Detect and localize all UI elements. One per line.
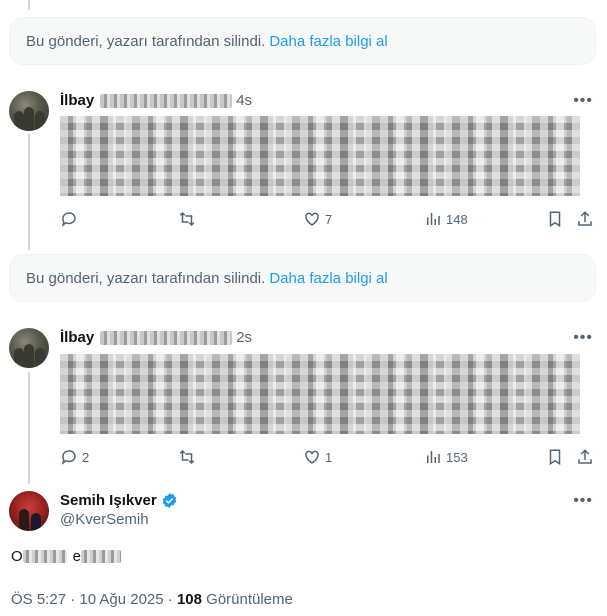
avatar[interactable] bbox=[9, 328, 49, 368]
views-chart-icon bbox=[427, 213, 440, 225]
bookmark-button[interactable] bbox=[546, 210, 564, 228]
retweet-icon bbox=[179, 449, 195, 465]
reply-count: 2 bbox=[82, 449, 90, 465]
avatar[interactable] bbox=[9, 91, 49, 131]
learn-more-link[interactable]: Daha fazla bilgi al bbox=[269, 270, 387, 287]
like-button[interactable]: 7 bbox=[303, 210, 332, 228]
bookmark-icon bbox=[549, 449, 561, 466]
retweet-button[interactable] bbox=[178, 448, 196, 466]
author-handle[interactable]: @KverSemih bbox=[60, 511, 178, 528]
pixelated-tweet-text bbox=[60, 116, 580, 196]
bookmark-icon bbox=[549, 211, 561, 228]
heart-icon bbox=[305, 450, 319, 464]
like-count: 7 bbox=[325, 211, 333, 227]
more-options-icon[interactable]: ••• bbox=[573, 329, 593, 347]
more-options-icon[interactable]: ••• bbox=[573, 492, 593, 510]
blurred-handle bbox=[100, 93, 233, 108]
share-button[interactable] bbox=[576, 210, 594, 228]
tweet-time[interactable]: 4s bbox=[236, 92, 252, 109]
views-button[interactable]: 153 bbox=[424, 448, 468, 466]
deleted-notice-text: Bu gönderi, yazarı tarafından silindi. bbox=[26, 269, 266, 287]
author-name[interactable]: Semih Işıkver bbox=[60, 492, 157, 509]
reply-button[interactable]: 2 bbox=[60, 448, 89, 466]
tweet-text-start: O bbox=[11, 548, 23, 565]
learn-more-link[interactable]: Daha fazla bilgi al bbox=[269, 33, 387, 50]
views-button[interactable]: 148 bbox=[424, 210, 468, 228]
blurred-word bbox=[22, 550, 67, 563]
tweet-actions: 2 1 153 bbox=[60, 448, 600, 468]
views-count: 153 bbox=[446, 449, 468, 465]
share-button[interactable] bbox=[576, 448, 594, 466]
more-options-icon[interactable]: ••• bbox=[573, 92, 593, 110]
tweet-header: İlbay 2s bbox=[60, 329, 252, 346]
tweet-meta: ÖS 5:27 · 10 Ağu 2025 · 108 Görüntüleme bbox=[11, 591, 293, 608]
thread-line bbox=[28, 0, 30, 10]
view-count: 108 bbox=[176, 591, 202, 608]
blurred-handle bbox=[100, 330, 233, 345]
like-count: 1 bbox=[325, 449, 333, 465]
reply-icon bbox=[61, 450, 76, 465]
tweet-text: O e bbox=[11, 548, 122, 565]
retweet-icon bbox=[179, 211, 195, 227]
verified-badge-icon bbox=[162, 493, 176, 508]
reply-icon bbox=[61, 212, 76, 227]
thread-line bbox=[28, 372, 30, 484]
share-icon bbox=[578, 449, 592, 464]
tweet-timestamp[interactable]: ÖS 5:27 · 10 Ağu 2025 · bbox=[11, 591, 177, 608]
tweet-actions: 7 148 bbox=[60, 210, 600, 230]
retweet-button[interactable] bbox=[178, 210, 196, 228]
deleted-post-notice: Bu gönderi, yazarı tarafından silindi. D… bbox=[9, 17, 596, 65]
share-icon bbox=[578, 211, 592, 226]
heart-icon bbox=[305, 212, 319, 226]
tweet-text-mid: e bbox=[72, 548, 82, 565]
blurred-word bbox=[81, 550, 122, 563]
author-name[interactable]: İlbay bbox=[60, 92, 94, 109]
avatar[interactable] bbox=[9, 491, 49, 531]
tweet-header: İlbay 4s bbox=[60, 92, 252, 109]
like-button[interactable]: 1 bbox=[303, 448, 332, 466]
thread-line bbox=[28, 134, 30, 250]
views-chart-icon bbox=[427, 451, 440, 463]
views-label: Görüntüleme bbox=[201, 591, 293, 608]
bookmark-button[interactable] bbox=[546, 448, 564, 466]
tweet-time[interactable]: 2s bbox=[236, 329, 252, 346]
main-tweet-author: Semih Işıkver @KverSemih bbox=[60, 492, 178, 528]
reply-button[interactable] bbox=[60, 210, 82, 228]
pixelated-tweet-text bbox=[60, 354, 580, 434]
views-count: 148 bbox=[446, 211, 468, 227]
deleted-notice-text: Bu gönderi, yazarı tarafından silindi. bbox=[26, 32, 266, 50]
author-name[interactable]: İlbay bbox=[60, 329, 94, 346]
deleted-post-notice: Bu gönderi, yazarı tarafından silindi. D… bbox=[9, 254, 596, 302]
